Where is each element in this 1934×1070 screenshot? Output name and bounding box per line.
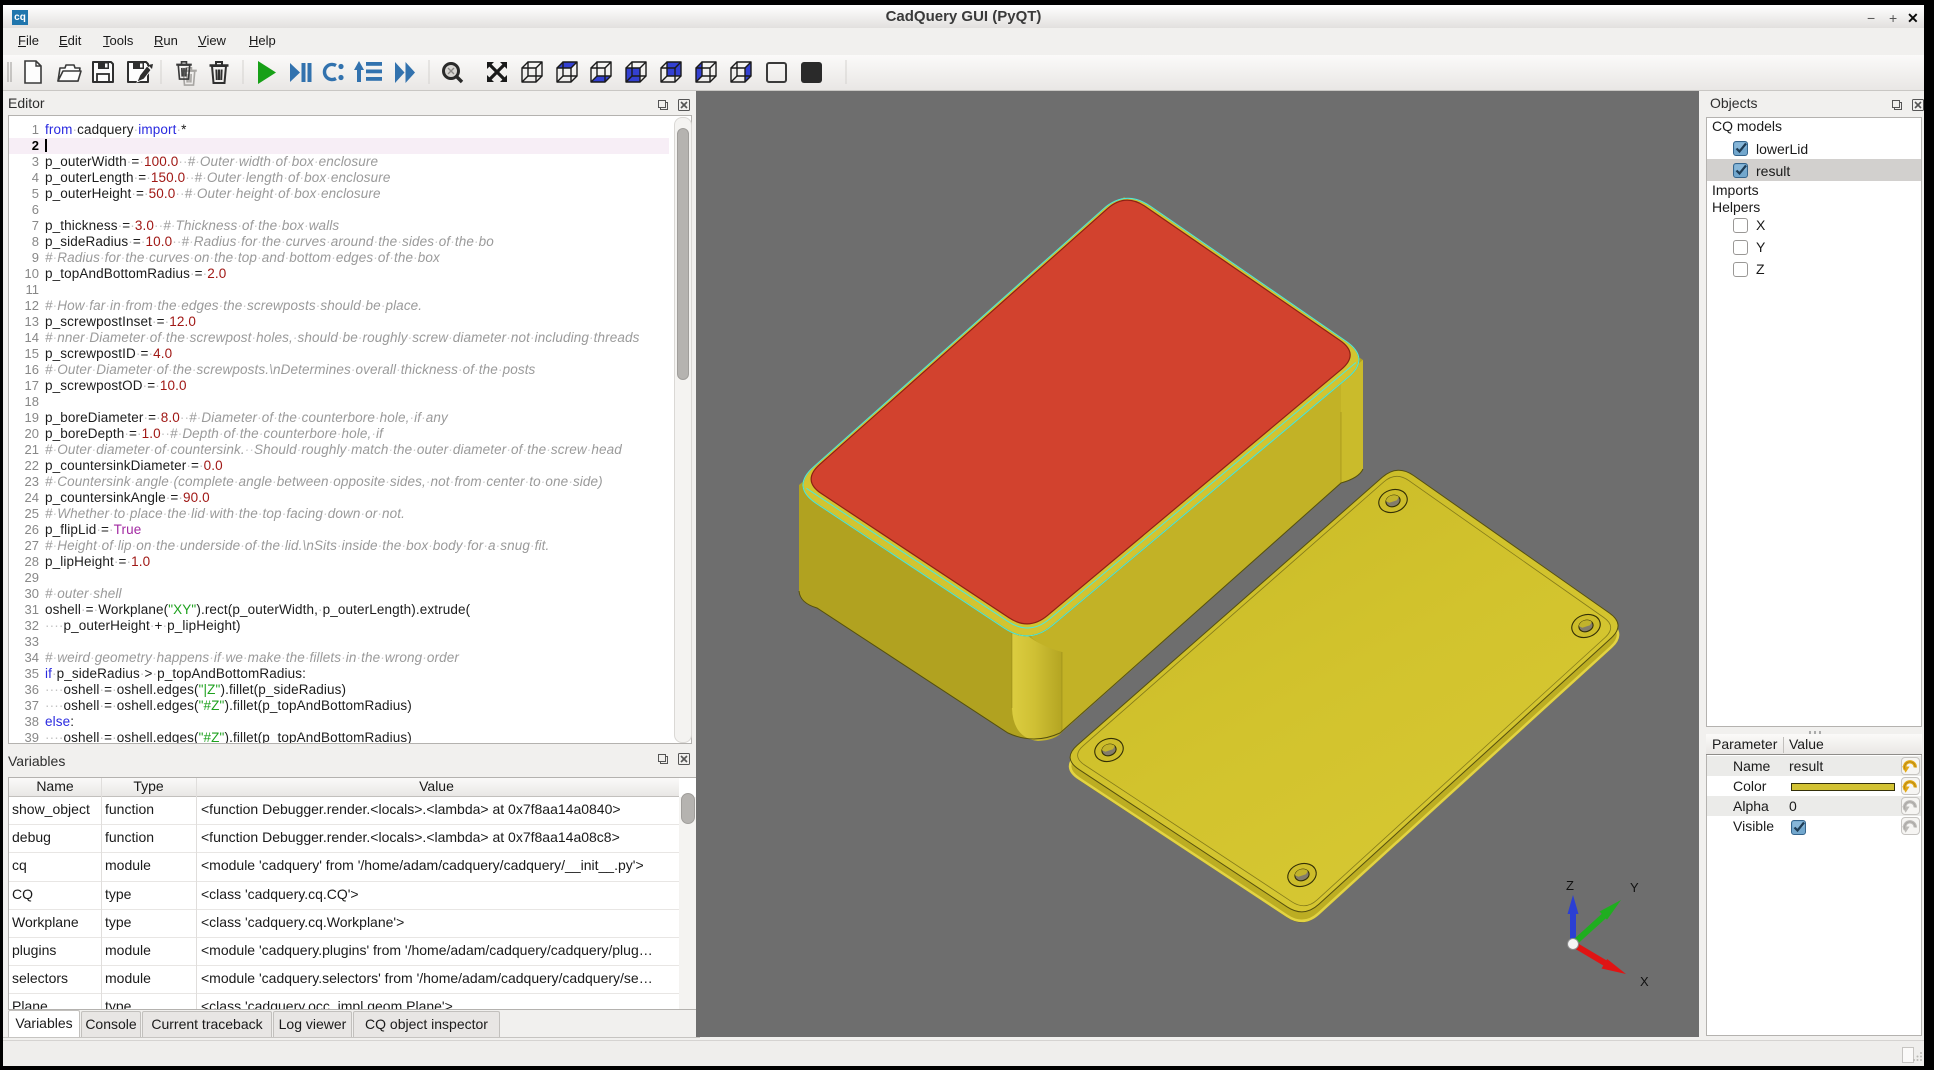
svg-text:Y: Y <box>1630 880 1639 895</box>
svg-text:X: X <box>1640 974 1649 989</box>
svg-text:Z: Z <box>1566 878 1574 893</box>
